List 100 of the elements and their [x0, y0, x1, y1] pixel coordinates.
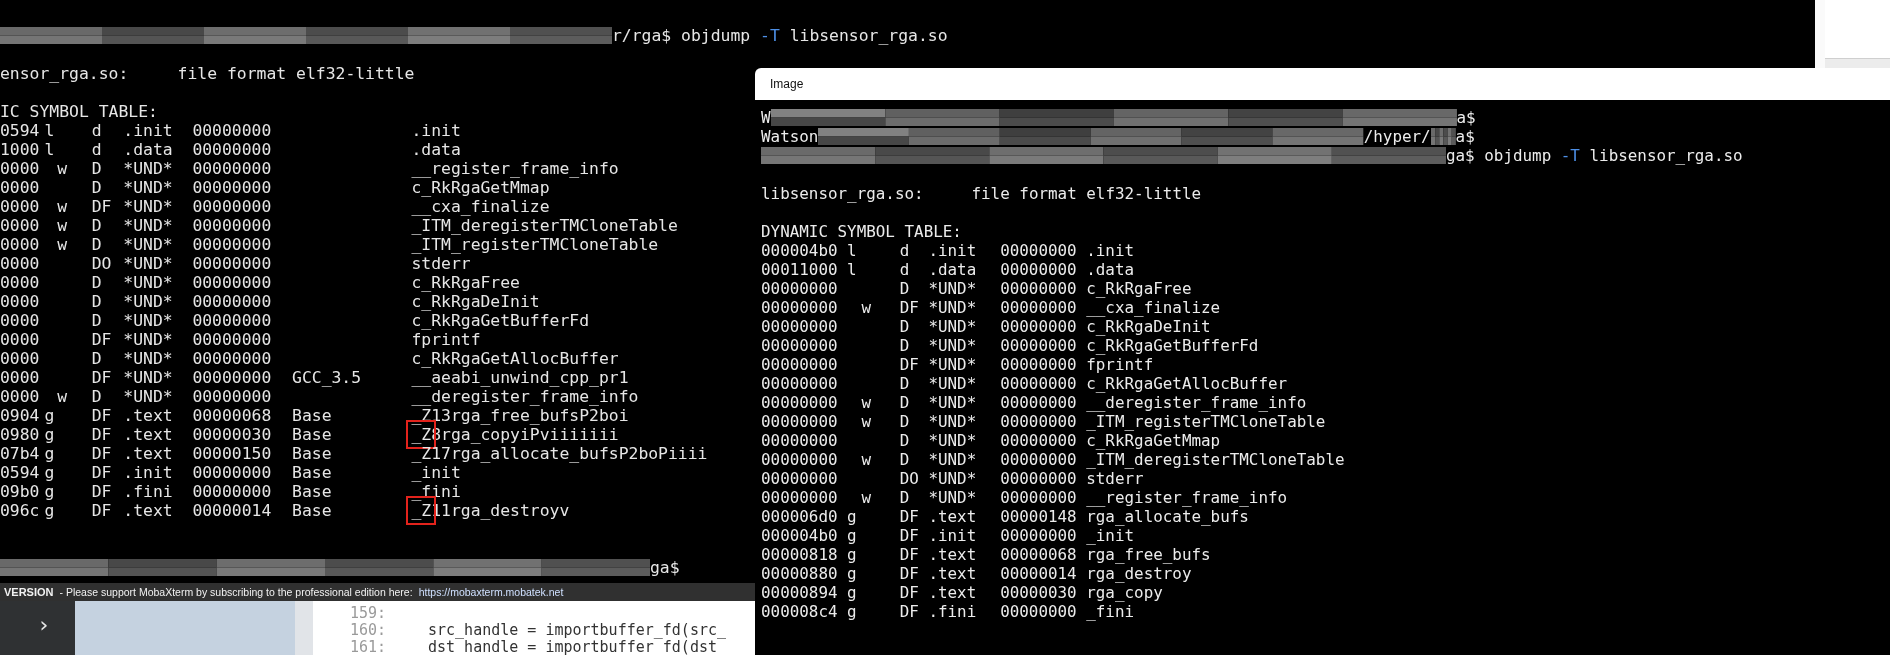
- symbol-name: c_RkRgaDeInit: [411, 292, 540, 311]
- symbol-field: 00000000: [1000, 374, 1087, 393]
- code-line: src_handle = importbuffer_fd(src_: [427, 620, 726, 639]
- symbol-field: 0000: [0, 273, 45, 292]
- symbol-field: 0000: [0, 292, 45, 311]
- symbol-field: DF: [899, 564, 929, 583]
- symbol-name: _ITM_deregisterTMCloneTable: [1086, 450, 1345, 469]
- symbol-field: g: [847, 526, 862, 545]
- symbol-name: __cxa_finalize: [411, 197, 550, 216]
- symbol-name: fprintf: [1086, 355, 1154, 374]
- symbol-field: 00000000: [1000, 393, 1087, 412]
- symbol-field: .text: [123, 406, 193, 425]
- symbol-field: Base: [292, 425, 412, 444]
- symbol-field: 00000000: [761, 488, 848, 507]
- symbol-field: DO: [91, 254, 124, 273]
- symbol-field: 0000: [0, 235, 45, 254]
- symbol-field: *UND*: [123, 368, 193, 387]
- symbol-field: 00000000: [192, 140, 293, 159]
- status-message: - Please support MobaXterm by subscribing to the professional edition here:: [59, 586, 413, 598]
- symbol-field: 000004b0: [761, 526, 848, 545]
- symbol-field: GCC_3.5: [292, 368, 412, 387]
- symbol-field: *UND*: [928, 336, 1001, 355]
- symbol-field: 00000000: [192, 216, 293, 235]
- symbol-field: 00000000: [761, 317, 848, 336]
- symbol-field: 00000000: [1000, 431, 1087, 450]
- symbol-field: w: [57, 387, 92, 406]
- command-option: -T: [760, 26, 780, 45]
- symbol-field: 0000: [0, 330, 45, 349]
- symbol-field: 00000000: [1000, 526, 1087, 545]
- symbol-field: 00000000: [192, 292, 293, 311]
- symbol-field: 00000000: [1000, 317, 1087, 336]
- symbol-field: 00000030: [192, 425, 293, 444]
- symbol-field: *UND*: [123, 330, 193, 349]
- symbol-field: D: [91, 273, 124, 292]
- symbol-field: w: [861, 450, 900, 469]
- symbol-name: _Z13rga_free_bufsP2boi: [411, 406, 629, 425]
- symbol-field: *UND*: [928, 374, 1001, 393]
- symbol-field: DF: [899, 526, 929, 545]
- symbol-field: 00000000: [192, 178, 293, 197]
- symbol-field: .data: [928, 260, 1001, 279]
- edition-label: VERSION: [4, 586, 54, 598]
- symbol-field: Base: [292, 406, 412, 425]
- symbol-field: .fini: [123, 482, 193, 501]
- symbol-field: D: [899, 374, 929, 393]
- symbol-field: 000004b0: [761, 241, 848, 260]
- symbol-field: *UND*: [123, 216, 193, 235]
- symbol-field: 00000000: [1000, 298, 1087, 317]
- symbol-field: 00000000: [1000, 602, 1087, 621]
- symbol-field: D: [899, 393, 929, 412]
- symbol-field: 00000000: [761, 374, 848, 393]
- link[interactable]: https://mobaxterm.mobatek.net: [418, 586, 564, 598]
- symbol-field: DF: [91, 501, 124, 520]
- symbol-field: 00000000: [1000, 336, 1087, 355]
- mosaic-redaction: [1430, 128, 1456, 145]
- symbol-field: 00000000: [192, 330, 293, 349]
- symbol-name: c_RkRgaFree: [1086, 279, 1192, 298]
- symbol-name: __register_frame_info: [1086, 488, 1288, 507]
- symbol-field: 1000: [0, 140, 45, 159]
- symbol-field: 00000000: [761, 412, 848, 431]
- symbol-field: 00000000: [192, 273, 293, 292]
- symbol-field: .init: [123, 121, 193, 140]
- symbol-field: 00000000: [761, 279, 848, 298]
- symbol-field: 0000: [0, 254, 45, 273]
- symbol-field: *UND*: [123, 292, 193, 311]
- symbol-name: fprintf: [411, 330, 481, 349]
- symbol-field: 00000000: [192, 368, 293, 387]
- symbol-field: g: [847, 507, 862, 526]
- symbol-field: Base: [292, 444, 412, 463]
- symbol-field: *UND*: [928, 393, 1001, 412]
- symbol-field: 07b4: [0, 444, 45, 463]
- symbol-field: l: [847, 241, 862, 260]
- symbol-field: 00000000: [1000, 450, 1087, 469]
- symbol-field: 0000: [0, 311, 45, 330]
- symbol-name: c_RkRgaGetBufferFd: [411, 311, 590, 330]
- symbol-field: .text: [928, 507, 1001, 526]
- symbol-field: 00000030: [1000, 583, 1087, 602]
- symbol-name: rga_destroy: [1086, 564, 1192, 583]
- symbol-field: *UND*: [123, 273, 193, 292]
- symbol-field: w: [861, 393, 900, 412]
- symbol-field: .text: [123, 425, 193, 444]
- symbol-field: 0000: [0, 178, 45, 197]
- symbol-field: DF: [899, 583, 929, 602]
- terminal-text: /hyper/: [1363, 127, 1431, 146]
- symbol-field: *UND*: [123, 159, 193, 178]
- symbol-field: *UND*: [123, 235, 193, 254]
- symbol-name: _init: [411, 463, 461, 482]
- symbol-field: .init: [928, 241, 1001, 260]
- symbol-field: .text: [123, 501, 193, 520]
- expand-button[interactable]: ›: [33, 613, 55, 637]
- symbol-name: rga_free_bufs: [1086, 545, 1211, 564]
- symbol-field: 00000000: [192, 349, 293, 368]
- symbol-field: D: [91, 387, 124, 406]
- symbol-name: .init: [1086, 241, 1135, 260]
- symbol-field: DF: [91, 425, 124, 444]
- symbol-field: 00000148: [1000, 507, 1087, 526]
- symbol-name: .data: [411, 140, 461, 159]
- symbol-field: D: [91, 235, 124, 254]
- symbol-field: 0000: [0, 387, 45, 406]
- symbol-field: 0000: [0, 159, 45, 178]
- symbol-name: rga_allocate_bufs: [1086, 507, 1249, 526]
